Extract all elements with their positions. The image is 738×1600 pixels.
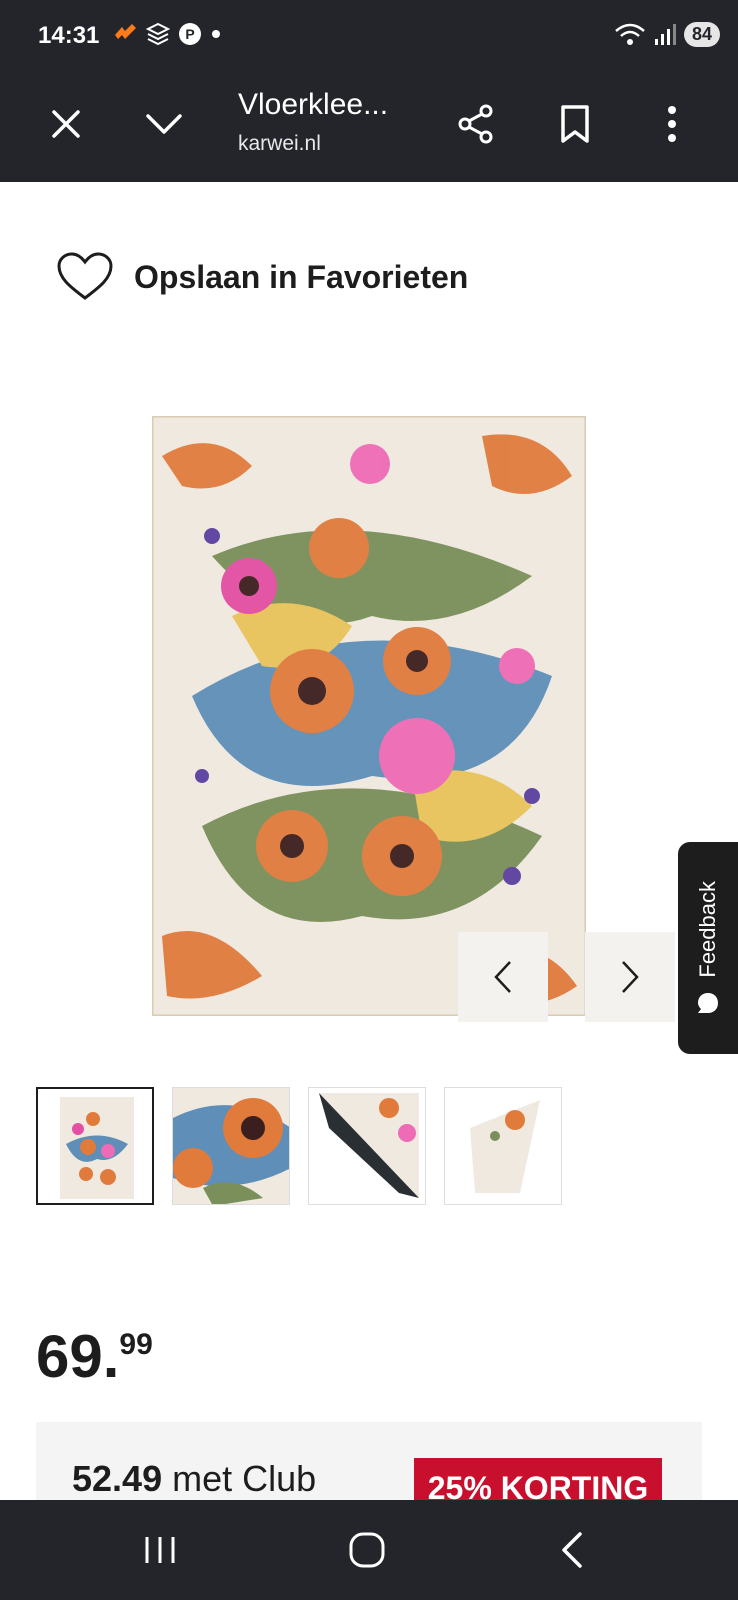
home-icon bbox=[349, 1532, 385, 1568]
notification-icons: P bbox=[112, 22, 222, 46]
status-bar: 14:31 P 84 bbox=[0, 0, 738, 72]
bookmark-button[interactable] bbox=[543, 92, 607, 156]
signal-icon bbox=[654, 23, 676, 45]
more-vertical-icon bbox=[668, 106, 676, 142]
browser-toolbar: Vloerklee... karwei.nl bbox=[0, 72, 738, 182]
rug-thumbnail-image bbox=[60, 1097, 134, 1199]
dot-icon bbox=[212, 30, 220, 38]
club-price-text: 52.49 met Club bbox=[72, 1458, 316, 1500]
stack-notification-icon bbox=[146, 22, 170, 46]
system-navigation-bar bbox=[0, 1500, 738, 1600]
close-button[interactable] bbox=[34, 92, 98, 156]
thumbnail-rug-detail[interactable] bbox=[172, 1087, 290, 1205]
back-icon bbox=[562, 1532, 582, 1568]
rug-detail-image bbox=[173, 1088, 289, 1204]
rug-rolled-image bbox=[445, 1088, 561, 1204]
thumbnail-strip bbox=[36, 1087, 562, 1205]
product-price: 69.99 bbox=[36, 1322, 153, 1391]
status-time: 14:31 bbox=[38, 22, 100, 49]
chat-bubble-icon bbox=[698, 993, 718, 1014]
share-icon bbox=[458, 104, 493, 144]
page-content: Opslaan in Favorieten Feedback 69.99 52.… bbox=[0, 182, 738, 1500]
discount-badge: 25% KORTING bbox=[414, 1458, 662, 1500]
pinterest-icon: P bbox=[179, 23, 201, 45]
page-url[interactable]: karwei.nl bbox=[238, 132, 321, 156]
chevron-down-icon bbox=[146, 114, 182, 134]
back-button[interactable] bbox=[532, 1520, 612, 1580]
minimize-button[interactable] bbox=[132, 92, 196, 156]
club-price-box: 52.49 met Club 25% KORTING bbox=[36, 1422, 702, 1500]
app-notification-icon bbox=[115, 24, 136, 39]
previous-image-button[interactable] bbox=[458, 932, 548, 1022]
thumbnail-rug-rolled[interactable] bbox=[444, 1087, 562, 1205]
battery-indicator: 84 bbox=[683, 22, 720, 47]
home-button[interactable] bbox=[327, 1520, 407, 1580]
rug-backside-image bbox=[309, 1088, 425, 1204]
close-icon bbox=[52, 110, 80, 138]
heart-icon bbox=[57, 252, 113, 300]
thumbnail-rug-full[interactable] bbox=[36, 1087, 154, 1205]
save-favorites-label: Opslaan in Favorieten bbox=[134, 258, 469, 295]
system-icons: 84 bbox=[614, 22, 720, 47]
feedback-label: Feedback bbox=[695, 880, 720, 978]
chevron-right-icon bbox=[622, 961, 639, 993]
club-price: 52.49 bbox=[72, 1458, 163, 1499]
page-title[interactable]: Vloerklee... bbox=[238, 88, 388, 122]
share-button[interactable] bbox=[444, 92, 508, 156]
feedback-tab[interactable]: Feedback bbox=[678, 842, 738, 1054]
chevron-left-icon bbox=[494, 961, 511, 993]
recent-apps-icon bbox=[145, 1537, 175, 1563]
recent-apps-button[interactable] bbox=[120, 1520, 200, 1580]
club-suffix: met Club bbox=[162, 1458, 317, 1499]
price-main: 69. bbox=[36, 1323, 120, 1390]
price-decimals: 99 bbox=[119, 1328, 153, 1361]
wifi-icon bbox=[615, 23, 645, 45]
more-options-button[interactable] bbox=[640, 92, 704, 156]
next-image-button[interactable] bbox=[585, 932, 675, 1022]
product-image[interactable] bbox=[152, 416, 586, 1016]
svg-text:P: P bbox=[185, 26, 194, 42]
save-favorites-button[interactable]: Opslaan in Favorieten bbox=[56, 252, 468, 302]
thumbnail-rug-backside[interactable] bbox=[308, 1087, 426, 1205]
bookmark-icon bbox=[561, 105, 589, 143]
